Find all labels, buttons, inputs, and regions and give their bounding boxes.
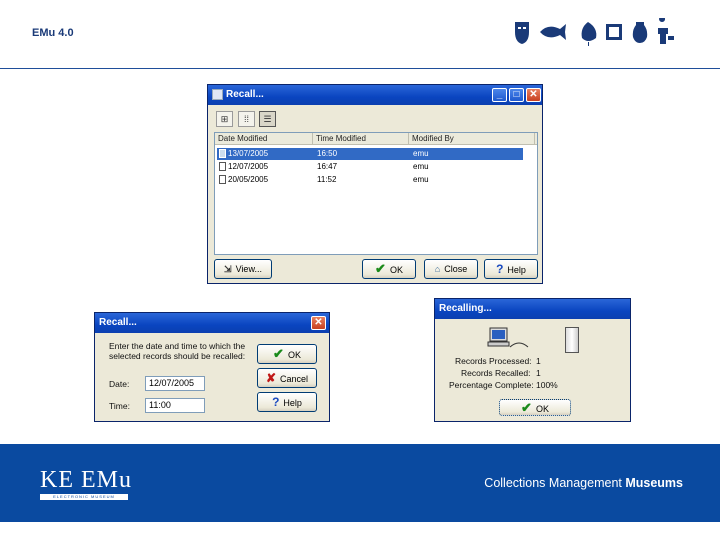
row-modified-by: emu	[413, 149, 429, 158]
help-icon: ?	[272, 395, 280, 409]
check-icon: ✔	[273, 346, 284, 361]
help-button-label: Help	[507, 265, 526, 275]
door-icon: ⌂	[434, 264, 441, 274]
records-processed-value: 1	[536, 356, 541, 366]
window-title: Recalling...	[439, 303, 492, 314]
recall-date-titlebar[interactable]: Recall... ✕	[95, 313, 329, 333]
tagline-bold: Museums	[625, 476, 683, 490]
time-label: Time:	[109, 401, 130, 411]
row-time: 16:47	[317, 162, 338, 171]
window-icon	[212, 89, 223, 100]
mask-icon	[515, 22, 529, 44]
logo-subtext: ELECTRONIC MUSEUM	[40, 494, 128, 500]
document-icon	[219, 162, 226, 172]
close-button-label: Close	[444, 264, 468, 274]
help-icon: ?	[496, 262, 504, 276]
row-modified-by: emu	[413, 175, 429, 184]
row-date: 12/07/2005	[228, 162, 269, 171]
help-button[interactable]: ? Help	[257, 392, 317, 412]
ok-button-label: OK	[287, 350, 301, 360]
ok-button[interactable]: ✔ OK	[362, 259, 416, 279]
date-field[interactable]: 12/07/2005	[145, 376, 205, 391]
vase-icon	[632, 22, 648, 43]
row-time: 16:50	[317, 149, 338, 158]
list-row[interactable]: 12/07/2005 16:47 emu	[217, 161, 523, 173]
maximize-button[interactable]: □	[509, 88, 524, 102]
row-time: 11:52	[317, 175, 337, 184]
recall-prompt: Enter the date and time to which the sel…	[109, 341, 246, 361]
records-processed-label: Records Processed:	[455, 356, 532, 366]
list-header: Date Modified Time Modified Modified By	[215, 133, 537, 145]
percentage-complete-label: Percentage Complete:	[449, 380, 534, 390]
small-icons-view-button[interactable]: ⁞⁞	[238, 111, 255, 127]
window-title: Recall...	[99, 317, 137, 328]
ok-button[interactable]: ✔ OK	[257, 344, 317, 364]
close-dialog-button[interactable]: ⌂ Close	[424, 259, 478, 279]
close-button[interactable]: ✕	[526, 88, 541, 102]
help-button[interactable]: ? Help	[484, 259, 538, 279]
footer-tagline: Collections Management Museums	[484, 476, 683, 490]
date-label: Date:	[109, 379, 130, 389]
view-button-label: View...	[235, 264, 262, 274]
logo-text: KE EMu	[40, 467, 132, 493]
large-icons-view-button[interactable]: ⊞	[216, 111, 233, 127]
window-title: Recall...	[226, 89, 264, 100]
recall-list-dialog: Recall... _ □ ✕ ⊞ ⁞⁞ ☰ Date Modified Tim…	[207, 84, 543, 284]
column-header-modified-by[interactable]: Modified By	[409, 133, 535, 145]
help-button-label: Help	[283, 398, 302, 408]
document-icon	[219, 175, 226, 185]
recall-date-dialog: Recall... ✕ Enter the date and time to w…	[94, 312, 330, 422]
tagline-regular: Collections Management	[484, 476, 626, 490]
ok-button[interactable]: ✔ OK	[499, 399, 571, 416]
list-row[interactable]: 20/05/2005 11:52 emu	[217, 174, 523, 186]
connection-arc-icon	[509, 342, 529, 348]
records-recalled-label: Records Recalled:	[461, 368, 531, 378]
recall-list-titlebar[interactable]: Recall... _ □ ✕	[208, 85, 542, 105]
recall-list: Date Modified Time Modified Modified By …	[214, 132, 538, 255]
row-date: 20/05/2005	[228, 175, 269, 184]
column-header-date[interactable]: Date Modified	[215, 133, 313, 145]
ke-emu-logo: KE EMu ELECTRONIC MUSEUM	[40, 468, 132, 500]
header-divider	[0, 68, 720, 69]
cross-icon: ✘	[265, 371, 277, 385]
page-title: EMu 4.0	[32, 27, 74, 39]
records-recalled-value: 1	[536, 368, 541, 378]
row-date: 13/07/2005	[228, 149, 269, 158]
document-icon	[219, 149, 226, 159]
time-field[interactable]: 11:00	[145, 398, 205, 413]
recalling-titlebar[interactable]: Recalling...	[435, 299, 630, 319]
figure-icon	[658, 18, 674, 44]
view-button[interactable]: ⇲ View...	[214, 259, 272, 279]
check-icon: ✔	[521, 400, 532, 415]
close-button[interactable]: ✕	[311, 316, 326, 330]
recalling-dialog: Recalling... Records Processed: 1 Record…	[434, 298, 631, 422]
frame-icon	[606, 24, 622, 40]
ok-button-label: OK	[389, 265, 403, 275]
computer-icon	[487, 327, 510, 347]
fish-icon	[540, 24, 566, 40]
server-icon	[565, 327, 579, 353]
check-icon: ✔	[375, 261, 386, 276]
cancel-button-label: Cancel	[280, 374, 309, 384]
ok-button-label: OK	[535, 404, 549, 414]
minimize-button[interactable]: _	[492, 88, 507, 102]
list-row[interactable]: 13/07/2005 16:50 emu	[217, 148, 523, 160]
slide: EMu 4.0 Recall... _ □ ✕ ⊞ ⁞⁞ ☰ Date Modi…	[0, 0, 720, 540]
details-view-button[interactable]: ☰	[259, 111, 276, 127]
column-header-time[interactable]: Time Modified	[313, 133, 409, 145]
collection-icons	[515, 18, 674, 46]
leaf-icon	[581, 22, 597, 46]
row-modified-by: emu	[413, 162, 429, 171]
cancel-button[interactable]: ✘ Cancel	[257, 368, 317, 388]
view-icon: ⇲	[224, 264, 232, 274]
percentage-complete-value: 100%	[536, 380, 558, 390]
